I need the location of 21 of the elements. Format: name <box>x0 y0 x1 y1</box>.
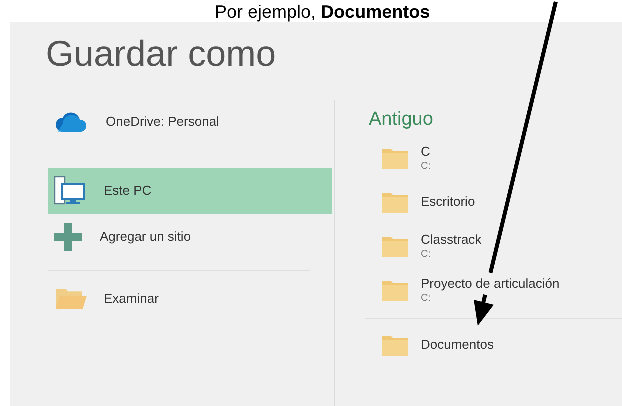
folder-icon <box>381 278 409 302</box>
place-item[interactable]: Este PC <box>48 168 332 214</box>
place-item[interactable]: Agregar un sitio <box>48 214 332 260</box>
plus-icon <box>54 223 82 251</box>
folder-item[interactable]: Proyecto de articulación C: <box>369 268 622 312</box>
folder-icon <box>381 146 409 170</box>
folder-item[interactable]: Escritorio <box>369 180 622 224</box>
folder-icon <box>381 234 409 258</box>
section-heading: Antiguo <box>369 108 434 132</box>
folder-item[interactable]: Classtrack C: <box>369 224 622 268</box>
folder-icon <box>381 190 409 214</box>
place-item[interactable]: OneDrive: Personal <box>48 108 332 154</box>
folder-icon <box>381 333 409 357</box>
browse-item[interactable]: Examinar <box>48 271 332 327</box>
computer-icon <box>54 176 86 206</box>
folder-item[interactable]: C C: <box>369 136 622 180</box>
cloud-icon <box>54 112 88 134</box>
caption: Por ejemplo, Documentos <box>215 2 430 22</box>
folder-item[interactable]: Documentos <box>369 319 622 371</box>
folder-icon <box>54 287 88 311</box>
page-title: Guardar como <box>46 32 278 76</box>
